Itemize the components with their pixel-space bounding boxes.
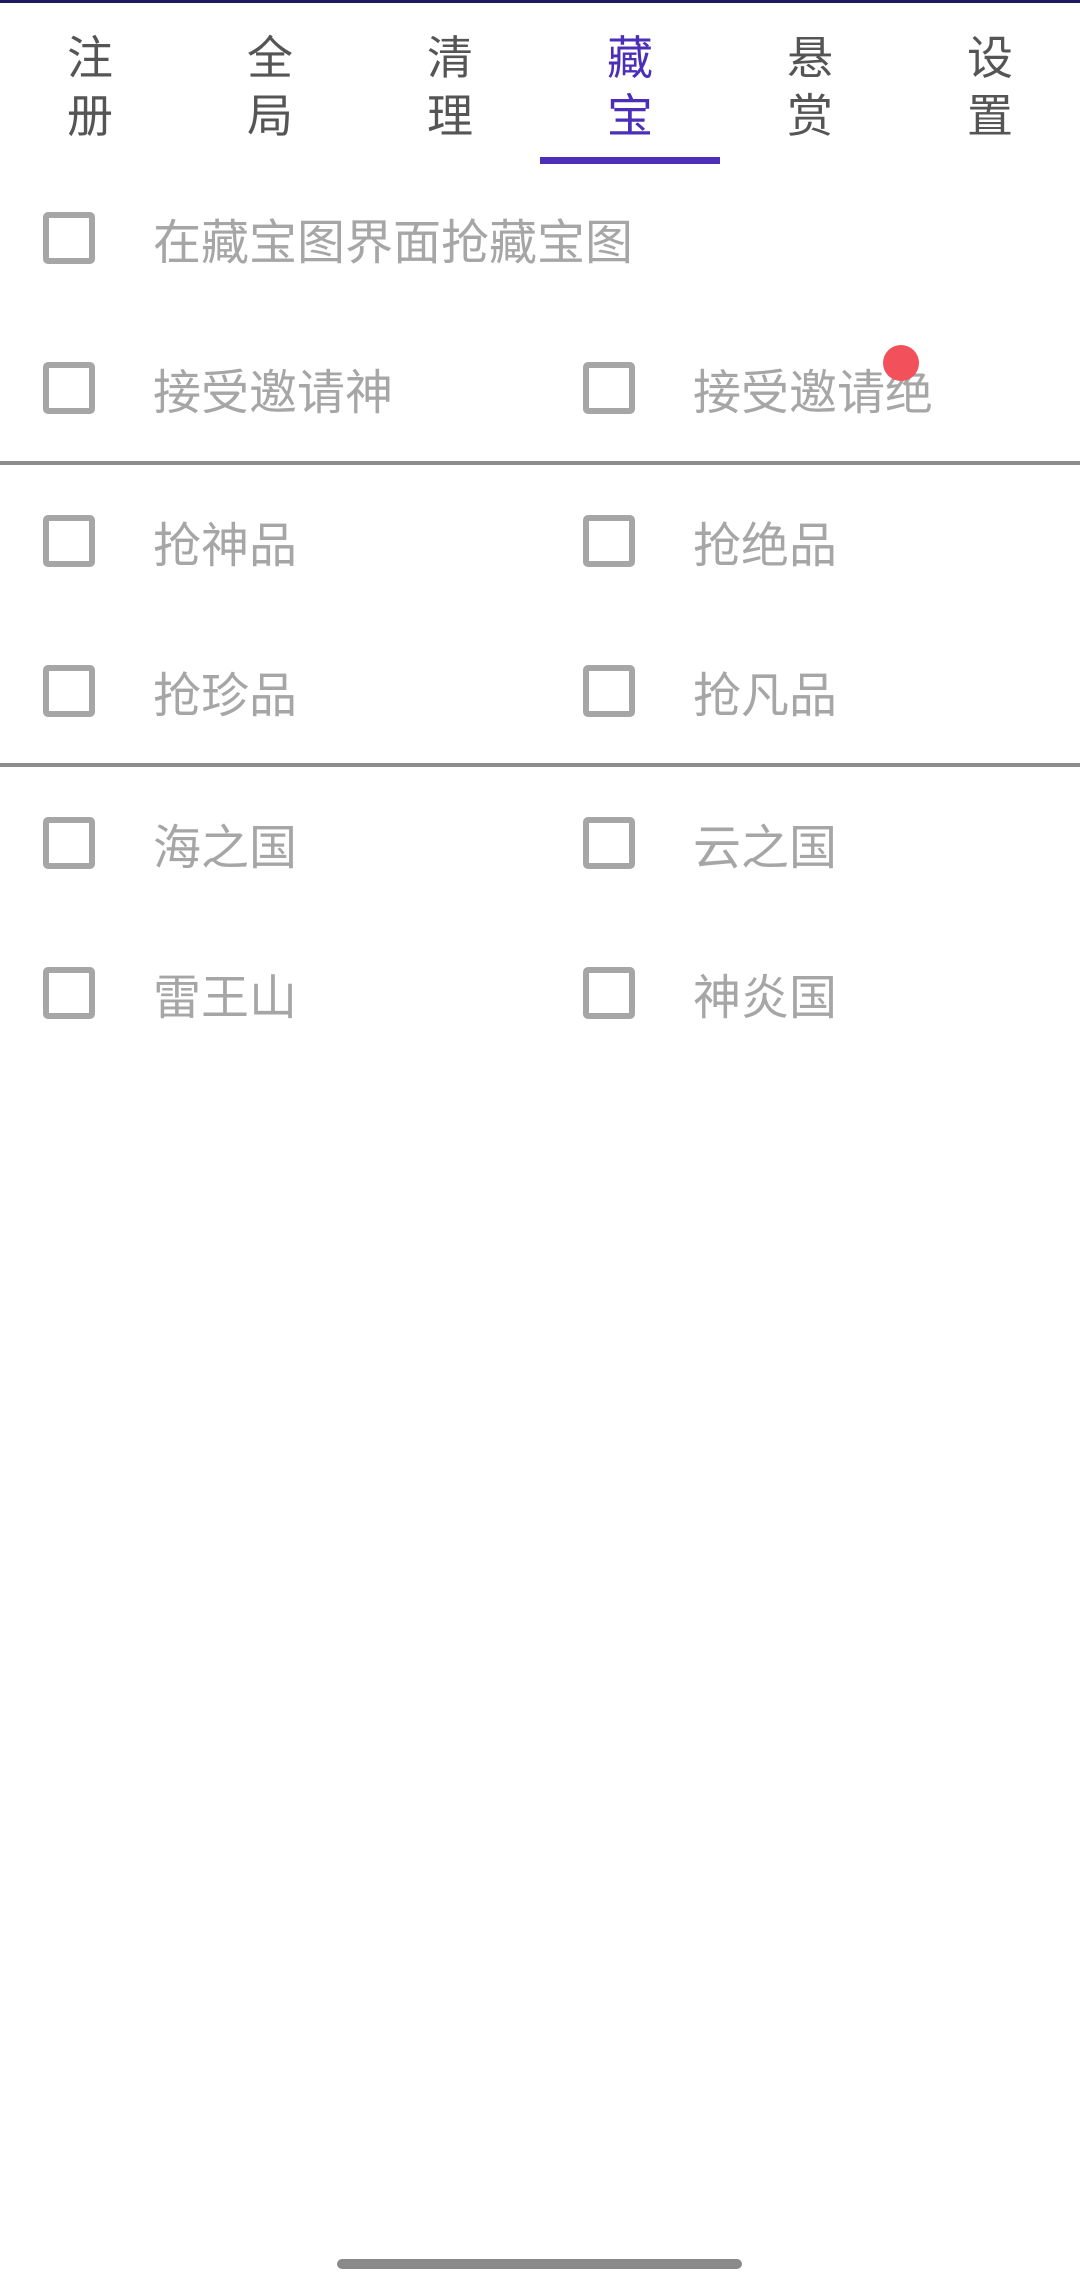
option-label: 雷王山	[153, 970, 298, 1026]
option-label: 神炎国	[693, 970, 838, 1026]
tab-register[interactable]: 注 册	[0, 3, 180, 163]
option-label: 云之国	[693, 820, 838, 876]
option-row: 在藏宝图界面抢藏宝图	[0, 163, 1080, 313]
option-grab-jue[interactable]: 抢绝品	[583, 466, 837, 616]
checkbox[interactable]	[43, 362, 95, 414]
checkbox[interactable]	[43, 515, 95, 567]
option-row: 海之国 云之国	[0, 768, 1080, 918]
option-row: 抢神品 抢绝品	[0, 466, 1080, 616]
option-row: 接受邀请神 接受邀请绝	[0, 313, 1080, 463]
tab-cleanup-label-line1: 清	[427, 31, 473, 85]
option-grab-shen[interactable]: 抢神品	[43, 466, 297, 616]
option-label: 抢神品	[153, 518, 298, 574]
option-thunder-king-mountain[interactable]: 雷王山	[43, 918, 297, 1068]
option-grab-zhen[interactable]: 抢珍品	[43, 616, 297, 766]
checkbox[interactable]	[43, 665, 95, 717]
tab-bounty[interactable]: 悬 赏	[720, 3, 900, 163]
tab-bar: 注 册 全 局 清 理 藏 宝 悬 赏 设 置	[0, 3, 1080, 164]
option-row: 雷王山 神炎国	[0, 918, 1080, 1068]
tab-settings[interactable]: 设 置	[900, 3, 1080, 163]
home-indicator[interactable]	[337, 2259, 742, 2269]
tab-global-label-line1: 全	[247, 31, 293, 85]
checkbox[interactable]	[43, 212, 95, 264]
option-label: 抢凡品	[693, 668, 838, 724]
option-row: 抢珍品 抢凡品	[0, 616, 1080, 766]
section-divider	[0, 763, 1080, 767]
tab-settings-label-line2: 置	[967, 89, 1013, 143]
tab-register-label-line2: 册	[67, 89, 113, 143]
option-divine-flame-kingdom[interactable]: 神炎国	[583, 918, 837, 1068]
section-divider	[0, 461, 1080, 465]
tab-global-label-line2: 局	[247, 89, 293, 143]
option-label: 海之国	[153, 820, 298, 876]
checkbox[interactable]	[583, 515, 635, 567]
checkbox[interactable]	[583, 967, 635, 1019]
option-grab-fan[interactable]: 抢凡品	[583, 616, 837, 766]
checkbox[interactable]	[583, 665, 635, 717]
notification-dot	[883, 345, 919, 381]
tab-bounty-label-line1: 悬	[787, 31, 833, 85]
checkbox[interactable]	[43, 967, 95, 1019]
option-grab-map-in-map-screen[interactable]: 在藏宝图界面抢藏宝图	[43, 163, 633, 313]
option-cloud-kingdom[interactable]: 云之国	[583, 768, 837, 918]
tab-treasure[interactable]: 藏 宝	[540, 3, 720, 163]
tab-cleanup[interactable]: 清 理	[360, 3, 540, 163]
tab-cleanup-label-line2: 理	[427, 89, 473, 143]
treasure-settings-screen: 注 册 全 局 清 理 藏 宝 悬 赏 设 置 在藏宝图界面抢藏宝图 接受邀请神…	[0, 0, 1080, 2295]
option-accept-invite-jue[interactable]: 接受邀请绝	[583, 313, 933, 463]
option-label: 在藏宝图界面抢藏宝图	[153, 215, 634, 271]
option-sea-kingdom[interactable]: 海之国	[43, 768, 297, 918]
option-accept-invite-shen[interactable]: 接受邀请神	[43, 313, 393, 463]
option-label: 抢珍品	[153, 668, 298, 724]
tab-treasure-label-line1: 藏	[607, 31, 653, 85]
checkbox[interactable]	[583, 362, 635, 414]
checkbox[interactable]	[43, 817, 95, 869]
checkbox[interactable]	[583, 817, 635, 869]
option-label: 接受邀请神	[153, 365, 394, 421]
tab-bounty-label-line2: 赏	[787, 89, 833, 143]
option-label: 抢绝品	[693, 518, 838, 574]
tab-settings-label-line1: 设	[967, 31, 1013, 85]
tab-treasure-label-line2: 宝	[607, 89, 653, 143]
tab-global[interactable]: 全 局	[180, 3, 360, 163]
tab-register-label-line1: 注	[67, 31, 113, 85]
